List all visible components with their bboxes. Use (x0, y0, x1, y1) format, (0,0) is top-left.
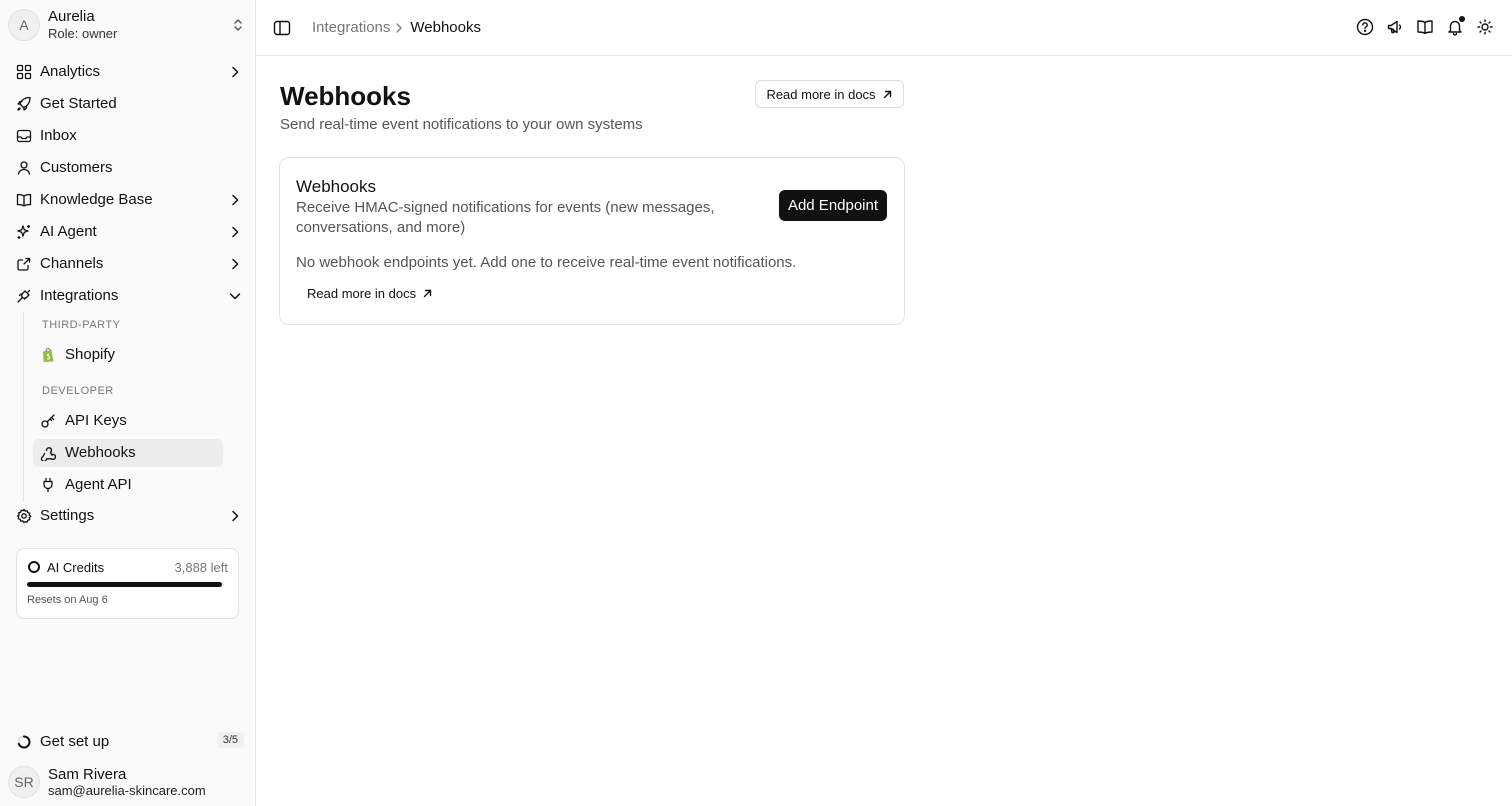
breadcrumb-integrations[interactable]: Integrations (312, 19, 390, 36)
read-docs-link[interactable]: Read more in docs (307, 286, 433, 301)
read-docs-button[interactable]: Read more in docs (755, 80, 904, 108)
chevron-right-icon (228, 225, 242, 239)
workspace-switcher[interactable]: A Aurelia Role: owner (8, 6, 248, 44)
notification-dot (1459, 16, 1465, 22)
sidebar-item-label: Get Started (40, 95, 117, 112)
user-name: Sam Rivera (48, 766, 127, 783)
empty-state-text: No webhook endpoints yet. Add one to rec… (296, 254, 797, 271)
breadcrumb: Integrations Webhooks (312, 19, 481, 36)
megaphone-icon[interactable] (1386, 18, 1404, 36)
book-open-icon[interactable] (1416, 18, 1434, 36)
sidebar-item-knowledge-base[interactable]: Knowledge Base (8, 185, 248, 215)
get-set-up-button[interactable]: Get set up 3/5 (8, 730, 248, 754)
credits-reset-date: Resets on Aug 6 (27, 594, 108, 606)
sidebar-toggle-icon[interactable] (273, 19, 291, 37)
sidebar: A Aurelia Role: owner Analytics Get Star… (0, 0, 256, 806)
group-label-third-party: THIRD-PARTY (42, 319, 121, 331)
sidebar-item-inbox[interactable]: Inbox (8, 121, 248, 151)
sidebar-item-shopify[interactable]: Shopify (33, 341, 223, 369)
sidebar-item-integrations[interactable]: Integrations (8, 281, 248, 311)
top-actions (1356, 16, 1494, 36)
sidebar-item-get-started[interactable]: Get Started (8, 89, 248, 119)
key-icon (40, 413, 56, 429)
chevron-right-icon (228, 193, 242, 207)
sidebar-item-api-keys[interactable]: API Keys (33, 407, 223, 435)
chevron-right-icon (228, 257, 242, 271)
ai-credits-card[interactable]: AI Credits 3,888 left Resets on Aug 6 (16, 548, 239, 619)
top-bar: Integrations Webhooks (256, 0, 1512, 56)
arrow-up-right-icon (882, 89, 893, 100)
add-endpoint-button[interactable]: Add Endpoint (779, 190, 887, 221)
sparkles-icon (16, 224, 32, 240)
workspace-avatar: A (8, 9, 40, 41)
sidebar-item-analytics[interactable]: Analytics (8, 57, 248, 87)
sidebar-item-label: Shopify (65, 346, 116, 363)
credits-title: AI Credits (47, 560, 105, 575)
bell-icon[interactable] (1446, 16, 1465, 36)
sidebar-item-channels[interactable]: Channels (8, 249, 248, 279)
shopify-icon (40, 347, 56, 363)
submenu-divider (23, 312, 24, 502)
sidebar-item-label: Settings (40, 507, 95, 524)
gear-icon (16, 508, 32, 524)
breadcrumb-webhooks: Webhooks (410, 19, 481, 36)
avatar: SR (8, 766, 40, 798)
sidebar-item-label: API Keys (65, 412, 127, 429)
sidebar-item-label: AI Agent (40, 223, 97, 240)
book-open-icon (16, 192, 32, 208)
rocket-icon (16, 96, 32, 112)
chevron-down-icon (228, 289, 242, 303)
sidebar-item-customers[interactable]: Customers (8, 153, 248, 183)
credits-progress-fill (27, 582, 223, 587)
webhooks-card: Webhooks Receive HMAC-signed notificatio… (279, 157, 905, 325)
user-email: sam@aurelia-skincare.com (48, 783, 206, 798)
sidebar-item-label: Agent API (65, 476, 132, 493)
inbox-icon (16, 128, 32, 144)
plug-icon (40, 477, 56, 493)
workspace-name: Aurelia (48, 8, 95, 25)
card-title: Webhooks (296, 177, 377, 196)
sidebar-item-label: Integrations (40, 287, 119, 304)
main-content: Integrations Webhooks Webhooks Send real… (256, 0, 1512, 806)
card-description: Receive HMAC-signed notifications for ev… (296, 199, 715, 236)
sidebar-item-webhooks[interactable]: Webhooks (33, 439, 223, 467)
chevron-right-icon (228, 509, 242, 523)
chevron-right-icon (394, 22, 404, 34)
plug-icon (16, 288, 32, 304)
grid-icon (16, 64, 32, 80)
sidebar-item-ai-agent[interactable]: AI Agent (8, 217, 248, 247)
group-label-developer: DEVELOPER (42, 385, 114, 397)
sidebar-item-label: Analytics (40, 63, 101, 80)
user-menu[interactable]: SR Sam Rivera sam@aurelia-skincare.com (8, 766, 248, 800)
setup-progress-count: 3/5 (216, 732, 244, 748)
share-icon (16, 256, 32, 272)
workspace-role: Role: owner (48, 26, 118, 41)
sun-icon[interactable] (1476, 18, 1494, 36)
webhook-icon (40, 445, 56, 461)
sidebar-item-agent-api[interactable]: Agent API (33, 471, 223, 499)
sidebar-item-label: Channels (40, 255, 104, 272)
sidebar-item-label: Customers (40, 159, 113, 176)
docs-button-label: Read more in docs (766, 86, 876, 102)
sidebar-item-label: Inbox (40, 127, 77, 144)
arrow-up-right-icon (422, 288, 433, 299)
sidebar-item-settings[interactable]: Settings (8, 501, 248, 531)
credits-progress-bar (27, 582, 224, 587)
progress-ring-icon (16, 734, 32, 750)
help-icon[interactable] (1356, 18, 1374, 36)
page-subtitle: Send real-time event notifications to yo… (280, 116, 643, 133)
chevron-right-icon (228, 65, 242, 79)
setup-label: Get set up (40, 733, 110, 750)
credits-remaining: 3,888 left (174, 560, 229, 575)
page-title: Webhooks (280, 81, 411, 111)
user-icon (16, 160, 32, 176)
chevrons-up-down-icon (228, 15, 248, 35)
sidebar-item-label: Knowledge Base (40, 191, 153, 208)
sidebar-item-label: Webhooks (65, 444, 136, 461)
docs-link-label: Read more in docs (307, 286, 417, 301)
circle-icon (28, 561, 40, 573)
